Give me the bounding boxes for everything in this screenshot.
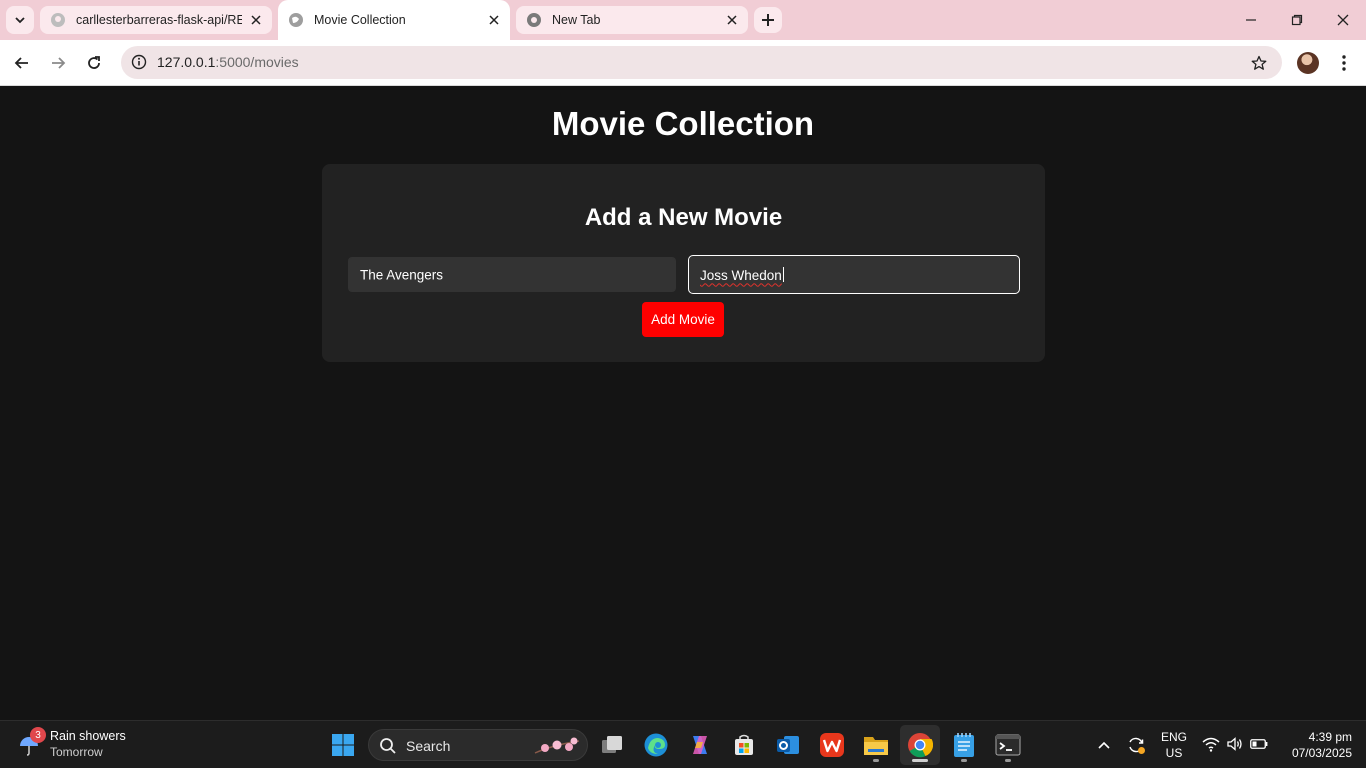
- chevron-up-icon: [1098, 741, 1110, 749]
- language-indicator[interactable]: ENG US: [1156, 729, 1192, 761]
- task-view-icon: [602, 736, 622, 753]
- address-bar[interactable]: 127.0.0.1:5000/movies: [121, 46, 1282, 79]
- weather-widget[interactable]: 3 Rain showers Tomorrow: [16, 727, 156, 763]
- language-code: ENG: [1160, 730, 1187, 744]
- weather-condition: Rain showers: [50, 729, 126, 743]
- forward-button[interactable]: [42, 47, 74, 79]
- wps-icon: [820, 733, 844, 757]
- director-value: Joss Whedon: [700, 267, 782, 283]
- tab-new-tab[interactable]: New Tab: [516, 6, 748, 34]
- close-icon: [1337, 14, 1349, 26]
- wifi-icon: [1202, 737, 1220, 752]
- browser-menu-button[interactable]: [1332, 47, 1356, 79]
- network-volume-battery[interactable]: [1200, 733, 1272, 757]
- url-host: 127.0.0.1: [157, 54, 216, 70]
- add-movie-form: Add a New Movie The Avengers Joss Whedon…: [322, 164, 1045, 362]
- url-text[interactable]: 127.0.0.1:5000/movies: [157, 54, 299, 70]
- running-indicator: [873, 759, 879, 762]
- tab-title: carllesterbarreras-flask-api/REA: [76, 13, 242, 27]
- clock-date: 07/03/2025: [1291, 746, 1352, 760]
- edge-button[interactable]: [636, 725, 676, 765]
- clock[interactable]: 4:39 pm 07/03/2025: [1276, 729, 1356, 761]
- tab-title: Movie Collection: [314, 13, 406, 27]
- chrome-icon: [526, 12, 542, 28]
- weather-badge: 3: [30, 727, 46, 743]
- close-icon[interactable]: [248, 12, 264, 28]
- file-explorer-icon: [864, 737, 888, 755]
- text-caret: [782, 266, 784, 282]
- tab-title: New Tab: [552, 13, 601, 27]
- back-button[interactable]: [6, 47, 38, 79]
- form-heading: Add a New Movie: [584, 204, 783, 231]
- chevron-down-icon: [15, 17, 25, 24]
- add-movie-button[interactable]: Add Movie: [642, 302, 724, 337]
- sync-icon: [1129, 737, 1145, 754]
- tab-strip: carllesterbarreras-flask-api/REA Movie C…: [0, 0, 1366, 40]
- tab-search-button[interactable]: [6, 6, 34, 34]
- plus-icon: [762, 14, 774, 26]
- bookmark-star-icon[interactable]: [1248, 52, 1270, 74]
- terminal-button[interactable]: [988, 725, 1028, 765]
- movie-title-value: The Avengers: [360, 267, 444, 282]
- cherry-blossom-icon: [534, 737, 580, 754]
- outlook-icon: [777, 736, 799, 754]
- chrome-button[interactable]: [900, 725, 940, 765]
- store-icon: [735, 734, 753, 755]
- reload-icon: [88, 56, 100, 69]
- chrome-icon: [908, 733, 933, 758]
- browser-toolbar: 127.0.0.1:5000/movies: [0, 40, 1366, 86]
- active-indicator: [912, 759, 928, 762]
- arrow-left-icon: [14, 57, 28, 69]
- close-icon[interactable]: [724, 12, 740, 28]
- task-view-button[interactable]: [592, 725, 632, 765]
- more-vert-icon: [1342, 55, 1346, 71]
- running-indicator: [961, 759, 967, 762]
- minimize-icon: [1246, 19, 1256, 21]
- running-indicator: [1005, 759, 1011, 762]
- close-icon[interactable]: [486, 12, 502, 28]
- minimize-button[interactable]: [1228, 0, 1274, 40]
- close-window-button[interactable]: [1320, 0, 1366, 40]
- restore-icon: [1291, 14, 1303, 26]
- restore-button[interactable]: [1274, 0, 1320, 40]
- store-button[interactable]: [724, 725, 764, 765]
- copilot-button[interactable]: [680, 725, 720, 765]
- weather-when: Tomorrow: [50, 745, 103, 759]
- page-content: Movie Collection Add a New Movie The Ave…: [0, 87, 1366, 720]
- wps-button[interactable]: [812, 725, 852, 765]
- notepad-button[interactable]: [944, 725, 984, 765]
- page-title: Movie Collection: [551, 105, 815, 142]
- start-button[interactable]: [323, 725, 363, 765]
- tab-movie-collection[interactable]: Movie Collection: [278, 0, 510, 40]
- copilot-icon: [693, 736, 707, 754]
- arrow-right-icon: [52, 57, 66, 69]
- start-icon: [332, 734, 354, 756]
- search-icon: [380, 738, 396, 754]
- site-info-icon[interactable]: [127, 50, 151, 74]
- sync-button[interactable]: [1122, 725, 1150, 765]
- url-path: :5000/movies: [215, 54, 299, 70]
- movie-title-input[interactable]: The Avengers: [348, 257, 676, 292]
- reload-button[interactable]: [78, 47, 110, 79]
- edge-icon: [644, 733, 668, 757]
- clock-time: 4:39 pm: [1308, 730, 1352, 744]
- file-explorer-button[interactable]: [856, 725, 896, 765]
- tray-overflow-button[interactable]: [1090, 725, 1118, 765]
- outlook-button[interactable]: [768, 725, 808, 765]
- profile-avatar[interactable]: [1297, 52, 1319, 74]
- search-label: Search: [406, 738, 451, 754]
- volume-icon: [1227, 737, 1242, 751]
- taskbar: 3 Rain showers Tomorrow Search ENG US 4:…: [0, 720, 1366, 768]
- region-code: US: [1165, 746, 1183, 760]
- director-input[interactable]: Joss Whedon: [688, 255, 1020, 294]
- terminal-icon: [995, 734, 1021, 756]
- globe-icon: [288, 12, 304, 28]
- github-icon: [50, 12, 66, 28]
- battery-icon: [1250, 739, 1268, 749]
- notepad-icon: [954, 733, 974, 757]
- tab-github[interactable]: carllesterbarreras-flask-api/REA: [40, 6, 272, 34]
- taskbar-search[interactable]: Search: [368, 729, 588, 761]
- new-tab-button[interactable]: [754, 7, 782, 33]
